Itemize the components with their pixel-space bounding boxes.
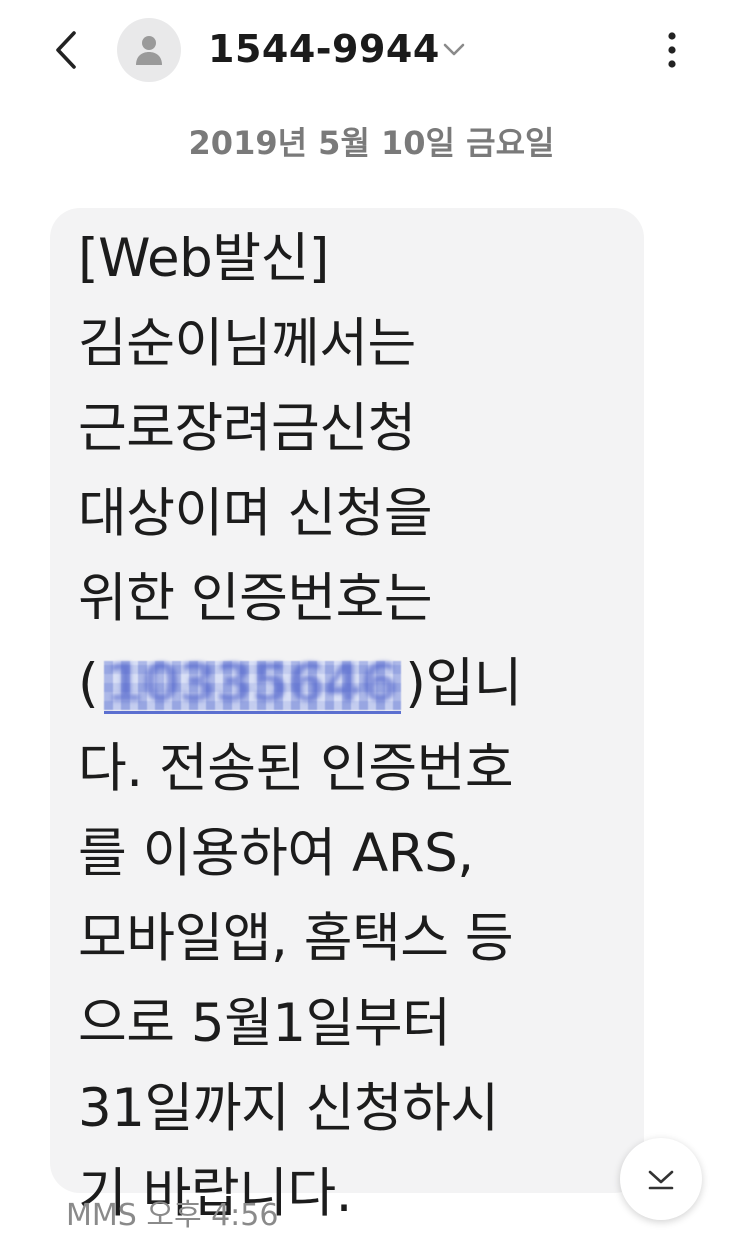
message-meta: MMS 오후 4:56: [66, 1196, 278, 1236]
message-line: 31일까지 신청하시: [78, 1078, 499, 1139]
chevron-left-icon: [56, 31, 76, 69]
message-type: MMS: [66, 1198, 137, 1233]
back-button[interactable]: [38, 22, 94, 78]
more-options-button[interactable]: [648, 22, 696, 78]
chevron-down-icon: [648, 1170, 674, 1190]
close-paren: ): [405, 653, 426, 714]
contact-name[interactable]: 1544-9944: [208, 24, 440, 74]
message-line: 근로장려금신청: [78, 398, 416, 459]
message-line: 를 이용하여 ARS,: [78, 823, 474, 884]
verification-code: 10335646: [106, 653, 398, 714]
open-paren: (: [78, 653, 99, 714]
message-line: 모바일앱, 홈택스 등: [78, 908, 514, 969]
verification-code-line: (10335646) 입니: [78, 641, 626, 726]
scroll-to-bottom-button[interactable]: [620, 1138, 702, 1220]
message-line: 다. 전송된 인증번호: [78, 738, 514, 799]
message-line: [Web발신]: [78, 228, 329, 289]
link-underline: [104, 711, 402, 714]
message-line: 김순이님께서는: [78, 313, 416, 374]
message-bubble[interactable]: [Web발신] 김순이님께서는 근로장려금신청 대상이며 신청을 위한 인증번호…: [50, 208, 644, 1224]
contact-avatar[interactable]: [117, 18, 181, 82]
message-line-tail: 입니: [425, 653, 522, 714]
message-line: 대상이며 신청을: [78, 483, 433, 544]
date-separator: 2019년 5월 10일 금요일: [188, 124, 555, 162]
person-icon: [136, 36, 162, 65]
message-time: 오후 4:56: [146, 1198, 279, 1233]
message-line: 위한 인증번호는: [78, 568, 433, 629]
chevron-down-icon: [443, 43, 465, 56]
message-line: 으로 5월1일부터: [78, 993, 451, 1054]
verification-code-link[interactable]: 10335646: [98, 641, 405, 726]
top-app-bar: 1544-9944: [0, 0, 743, 100]
more-vertical-icon: [668, 32, 676, 68]
expand-contact-button[interactable]: [438, 34, 470, 66]
